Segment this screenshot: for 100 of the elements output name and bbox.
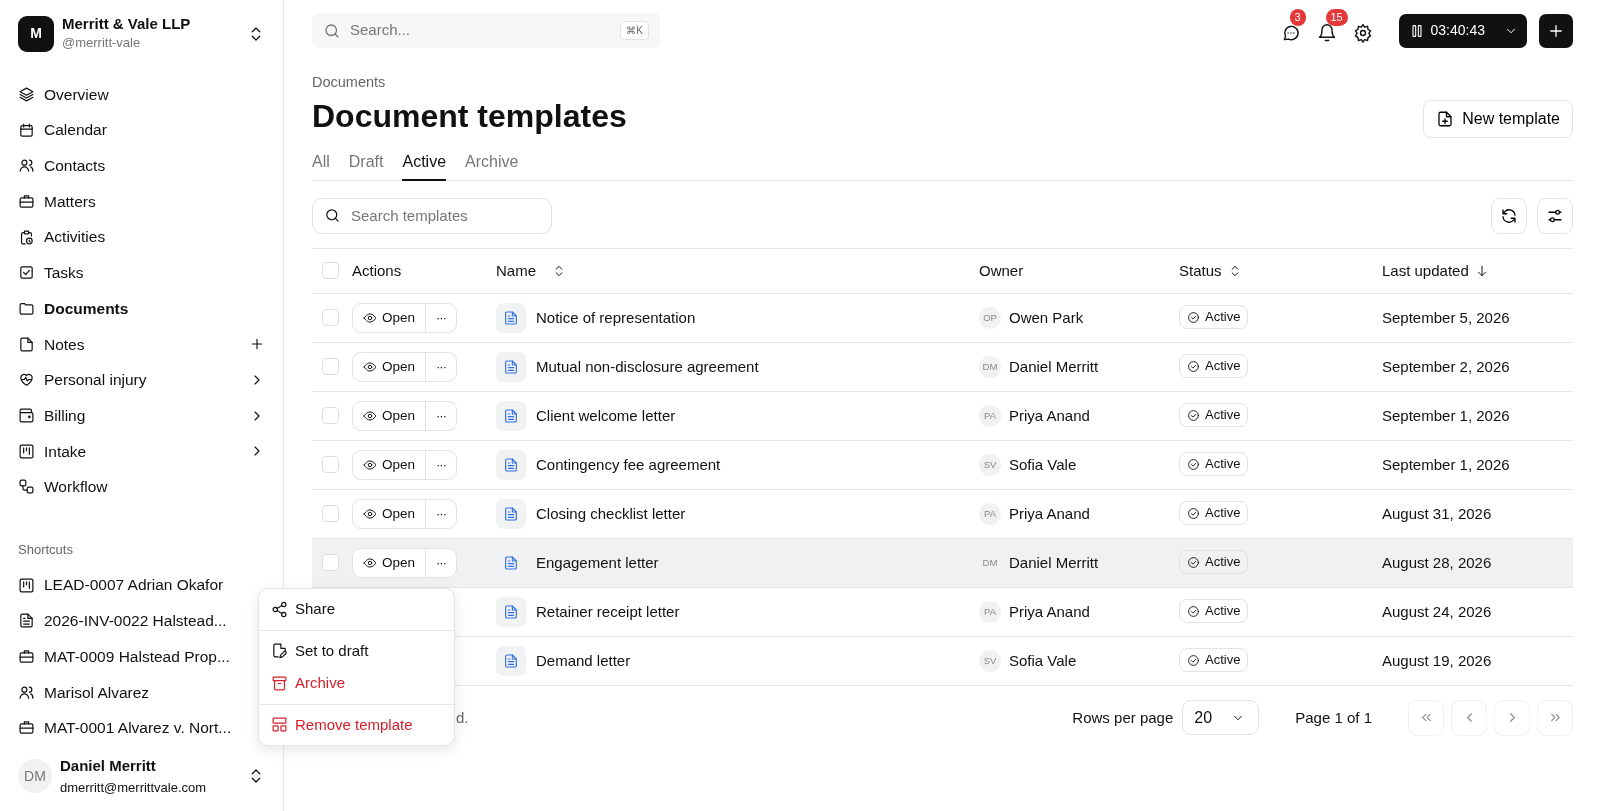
owner-avatar: SV — [979, 453, 1001, 476]
open-button[interactable]: Open — [353, 401, 427, 430]
owner-name: Priya Anand — [1009, 503, 1090, 524]
rows-select[interactable]: 20 — [1182, 700, 1260, 736]
owner-name: Owen Park — [1009, 307, 1084, 328]
checkbox[interactable] — [322, 358, 339, 376]
search-field[interactable]: Search... ⌘K — [312, 13, 660, 48]
checkbox[interactable] — [322, 262, 339, 280]
owner-name: Priya Anand — [1009, 601, 1090, 622]
more-button[interactable]: ··· — [426, 548, 457, 577]
eye-icon — [363, 359, 377, 374]
wallet-icon — [18, 407, 35, 425]
user-name: Daniel Merritt — [60, 756, 157, 776]
nav-item[interactable]: Tasks — [18, 254, 265, 291]
new-template-button[interactable]: New template — [1423, 99, 1573, 138]
nav-item[interactable]: Billing — [18, 397, 265, 434]
date-cell-text: September 5, 2026 — [1381, 307, 1511, 328]
page-title: Document templates — [312, 96, 627, 136]
user-avatar: DM — [18, 759, 52, 793]
column-header[interactable]: Name — [496, 259, 536, 282]
document-icon — [496, 302, 526, 333]
tab[interactable]: Archive — [465, 145, 519, 181]
notifications-icon[interactable] — [1316, 22, 1337, 43]
checkbox[interactable] — [322, 407, 339, 425]
user-email: dmerritt@merrittvale.com — [60, 778, 207, 797]
column-header[interactable]: Owner — [979, 259, 1024, 282]
selection-text: d. — [456, 707, 469, 728]
more-button[interactable]: ··· — [426, 352, 457, 381]
add-button[interactable] — [1539, 13, 1573, 48]
nav-item[interactable]: Calendar — [18, 112, 265, 148]
owner-name: Daniel Merritt — [1009, 356, 1099, 377]
more-button[interactable]: ··· — [426, 450, 457, 479]
nav-item[interactable]: Workflow — [18, 469, 265, 505]
nav-item[interactable]: Overview — [18, 76, 265, 113]
column-header[interactable]: Last updated — [1382, 259, 1469, 282]
refresh-button[interactable] — [1491, 197, 1527, 234]
template-name[interactable]: Mutual non-disclosure agreement — [536, 355, 759, 378]
status-badge: Active — [1179, 648, 1249, 672]
layers-icon — [18, 85, 35, 103]
status-badge: Active — [1179, 452, 1249, 476]
search-box[interactable]: Search templates — [312, 197, 552, 234]
briefcase-icon — [18, 647, 35, 665]
previous-page-button[interactable] — [1451, 699, 1487, 736]
tab[interactable]: Active — [402, 145, 447, 181]
next-page-button[interactable] — [1494, 699, 1530, 736]
owner-avatar: PA — [979, 600, 1001, 623]
date-cell-text: September 1, 2026 — [1381, 454, 1511, 475]
column-header[interactable]: Actions — [352, 259, 402, 282]
open-button[interactable]: Open — [353, 548, 427, 577]
first-page-button[interactable] — [1408, 699, 1444, 736]
template-name[interactable]: Closing checklist letter — [536, 502, 686, 525]
status-badge: Active — [1179, 501, 1249, 525]
open-button[interactable]: Open — [353, 352, 427, 381]
more-button[interactable]: ··· — [426, 401, 457, 430]
open-button[interactable]: Open — [353, 303, 427, 332]
column-header[interactable]: Status — [1179, 259, 1222, 282]
nav-item[interactable]: Matters — [18, 183, 265, 220]
eye-icon — [363, 408, 377, 423]
nav-item[interactable]: Activities — [18, 219, 265, 255]
checkbox[interactable] — [322, 456, 339, 474]
date-cell-text: August 31, 2026 — [1381, 503, 1493, 524]
nav-item[interactable]: Intake — [18, 433, 265, 470]
document-icon — [496, 351, 526, 382]
owner-name: Sofia Vale — [1009, 650, 1077, 671]
template-name[interactable]: Client welcome letter — [536, 404, 676, 427]
checkbox[interactable] — [322, 309, 339, 327]
open-button[interactable]: Open — [353, 499, 427, 528]
checkbox[interactable] — [322, 554, 339, 572]
filter-button[interactable] — [1537, 197, 1573, 234]
status-badge: Active — [1179, 354, 1249, 378]
template-name[interactable]: Notice of representation — [536, 306, 696, 329]
tab[interactable]: Draft — [348, 145, 384, 181]
tab[interactable]: All — [312, 145, 330, 181]
owner-avatar: PA — [979, 404, 1001, 427]
nav-item[interactable]: Notes — [18, 326, 265, 362]
heart-pulse-icon — [18, 371, 35, 389]
owner-avatar: DM — [979, 355, 1001, 378]
page-info: Page 1 of 1 — [1295, 707, 1372, 728]
checkbox[interactable] — [322, 505, 339, 523]
search-icon — [323, 21, 341, 40]
breadcrumb[interactable]: Documents — [312, 72, 1573, 94]
nav-item[interactable]: Personal injury — [18, 362, 265, 398]
template-name[interactable]: Demand letter — [536, 649, 631, 672]
template-name[interactable]: Retainer receipt letter — [536, 600, 680, 623]
open-button[interactable]: Open — [353, 450, 427, 479]
date-cell-text: September 1, 2026 — [1381, 405, 1511, 426]
document-icon — [496, 596, 526, 627]
more-button[interactable]: ··· — [426, 499, 457, 528]
layout-icon — [271, 716, 288, 734]
settings-icon[interactable] — [1352, 22, 1373, 43]
template-name[interactable]: Engagement letter — [536, 551, 659, 574]
file-pen-icon — [271, 642, 288, 660]
search-icon — [324, 207, 341, 225]
more-button[interactable]: ··· — [426, 303, 457, 332]
template-name[interactable]: Contingency fee agreement — [536, 453, 721, 476]
nav-item[interactable]: Contacts — [18, 147, 265, 184]
refresh-icon — [1500, 206, 1518, 225]
nav-item[interactable]: Documents — [18, 290, 265, 327]
eye-icon — [363, 310, 377, 325]
last-page-button[interactable] — [1537, 699, 1573, 736]
